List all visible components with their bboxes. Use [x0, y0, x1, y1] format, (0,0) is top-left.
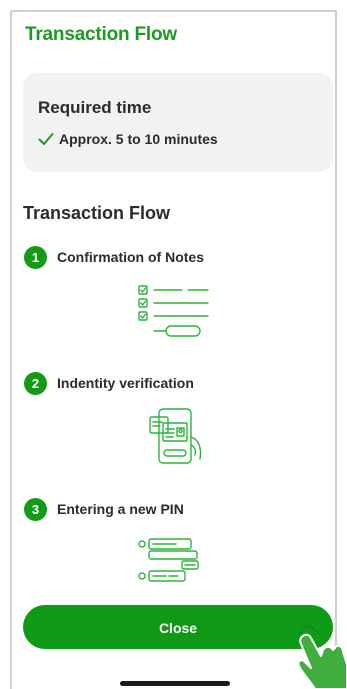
page-title: Transaction Flow [25, 24, 177, 45]
flow-step-1: 1 Confirmation of Notes [24, 246, 324, 270]
modal-sheet: Transaction Flow Required time Approx. 5… [10, 10, 337, 689]
required-time-detail: Approx. 5 to 10 minutes [59, 131, 218, 147]
section-title: Transaction Flow [23, 203, 171, 223]
flow-step-3: 3 Entering a new PIN [24, 498, 324, 522]
required-time-card: Required time Approx. 5 to 10 minutes [23, 73, 333, 172]
checklist-icon [138, 285, 209, 337]
pin-entry-icon [138, 538, 199, 582]
required-time-title: Required time [38, 98, 152, 117]
step-number-badge: 3 [24, 498, 47, 521]
checkmark-icon [38, 133, 54, 145]
step-label: Entering a new PIN [57, 501, 184, 517]
step-number-badge: 1 [24, 246, 47, 269]
home-indicator [120, 681, 230, 686]
flow-step-2: 2 Indentity verification [24, 372, 324, 396]
tap-hand-icon [297, 625, 347, 689]
id-card-phone-icon [149, 408, 202, 464]
step-label: Indentity verification [57, 375, 194, 391]
step-label: Confirmation of Notes [57, 249, 204, 265]
step-number-badge: 2 [24, 372, 47, 395]
